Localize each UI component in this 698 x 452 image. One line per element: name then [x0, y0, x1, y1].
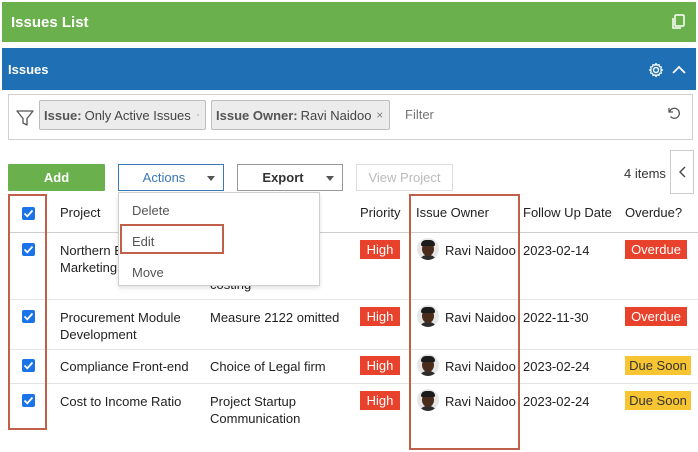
- checkmark-icon: [23, 209, 34, 218]
- gear-icon[interactable]: [648, 62, 664, 78]
- actions-dropdown-button[interactable]: Actions: [118, 164, 224, 191]
- export-label: Export: [262, 170, 304, 185]
- filter-chip-value: Ravi Naidoo: [300, 107, 372, 123]
- overdue-badge: Due Soon: [625, 391, 691, 410]
- column-header-follow-up-date[interactable]: Follow Up Date: [523, 205, 612, 220]
- avatar: [417, 354, 439, 376]
- follow-up-date-cell: 2022-11-30: [523, 310, 589, 325]
- column-header-issue-owner[interactable]: Issue Owner: [416, 205, 489, 220]
- row-checkbox[interactable]: [22, 394, 35, 407]
- checkmark-icon: [23, 245, 34, 254]
- column-header-project[interactable]: Project: [60, 205, 100, 220]
- items-count: 4 items: [624, 166, 666, 181]
- menu-item-delete[interactable]: Delete: [132, 203, 170, 218]
- checkmark-icon: [23, 396, 34, 405]
- select-all-checkbox[interactable]: [22, 207, 35, 220]
- row-checkbox[interactable]: [22, 310, 35, 323]
- column-header-priority[interactable]: Priority: [360, 205, 400, 220]
- chevron-up-icon[interactable]: [671, 62, 687, 78]
- menu-item-edit[interactable]: Edit: [132, 234, 154, 249]
- chevron-left-icon: [679, 166, 686, 178]
- follow-up-date-cell: 2023-02-14: [523, 243, 590, 258]
- reset-filter-icon[interactable]: [666, 105, 682, 121]
- actions-label: Actions: [142, 170, 186, 185]
- avatar: [417, 389, 439, 411]
- row-divider: [8, 383, 698, 384]
- owner-cell: Ravi Naidoo: [445, 394, 516, 409]
- view-project-button[interactable]: View Project: [356, 164, 453, 191]
- priority-badge: High: [360, 356, 400, 375]
- overdue-badge: Overdue: [625, 307, 687, 326]
- filter-chip-issue-owner[interactable]: Issue Owner: Ravi Naidoo: [211, 100, 390, 130]
- actions-menu: Delete Edit Move: [118, 192, 320, 286]
- issue-cell-line1: Project Startup: [210, 394, 296, 409]
- priority-badge: High: [360, 307, 400, 326]
- menu-item-move[interactable]: Move: [132, 265, 164, 280]
- issue-cell-line1: Measure 2122 omitted: [210, 310, 340, 325]
- follow-up-date-cell: 2023-02-24: [523, 359, 590, 374]
- side-panel-toggle[interactable]: [670, 150, 694, 194]
- issue-cell-line1: Choice of Legal firm: [210, 359, 326, 374]
- filter-bar: Issue: Only Active Issues Issue Owner: R…: [8, 94, 693, 140]
- filter-chip-label: Issue:: [44, 107, 82, 123]
- row-divider: [8, 299, 698, 300]
- remove-filter-icon[interactable]: [196, 109, 199, 121]
- filter-input[interactable]: [405, 107, 585, 122]
- project-cell-line2: Development: [60, 327, 137, 342]
- header-divider: [8, 232, 698, 233]
- overdue-badge: Due Soon: [625, 356, 691, 375]
- panel-header: Issues: [2, 48, 696, 90]
- column-header-overdue[interactable]: Overdue?: [625, 205, 682, 220]
- project-cell-line1: Compliance Front-end: [60, 359, 189, 374]
- export-dropdown-button[interactable]: Export: [237, 164, 343, 191]
- checkmark-icon: [23, 361, 34, 370]
- panel-title: Issues: [8, 61, 49, 77]
- filter-chip-label: Issue Owner:: [216, 107, 298, 123]
- row-checkbox[interactable]: [22, 359, 35, 372]
- issue-cell-line2: Communication: [210, 411, 301, 426]
- add-button[interactable]: Add: [8, 164, 105, 191]
- avatar: [417, 238, 439, 260]
- filter-chip-value: Only Active Issues: [84, 107, 191, 123]
- caret-down-icon: [326, 176, 334, 181]
- avatar: [417, 305, 439, 327]
- project-cell-line2: Marketing: [60, 260, 118, 275]
- filter-chip-issue[interactable]: Issue: Only Active Issues: [39, 100, 206, 130]
- copy-window-icon[interactable]: [670, 14, 686, 30]
- checkmark-icon: [23, 312, 34, 321]
- remove-filter-icon[interactable]: [377, 109, 383, 121]
- row-checkbox[interactable]: [22, 243, 35, 256]
- filter-funnel-icon: [16, 110, 34, 126]
- project-cell-line1: Cost to Income Ratio: [60, 394, 182, 409]
- window-title-bar: Issues List: [2, 2, 696, 42]
- priority-badge: High: [360, 240, 400, 259]
- caret-down-icon: [207, 176, 215, 181]
- owner-cell: Ravi Naidoo: [445, 310, 516, 325]
- owner-cell: Ravi Naidoo: [445, 359, 516, 374]
- owner-cell: Ravi Naidoo: [445, 243, 516, 258]
- priority-badge: High: [360, 391, 400, 410]
- project-cell-line1: Procurement Module: [60, 310, 181, 325]
- project-cell-line1: Northern E: [60, 243, 123, 258]
- follow-up-date-cell: 2023-02-24: [523, 394, 590, 409]
- overdue-badge: Overdue: [625, 240, 687, 259]
- window-title: Issues List: [11, 13, 89, 31]
- row-divider: [8, 349, 698, 350]
